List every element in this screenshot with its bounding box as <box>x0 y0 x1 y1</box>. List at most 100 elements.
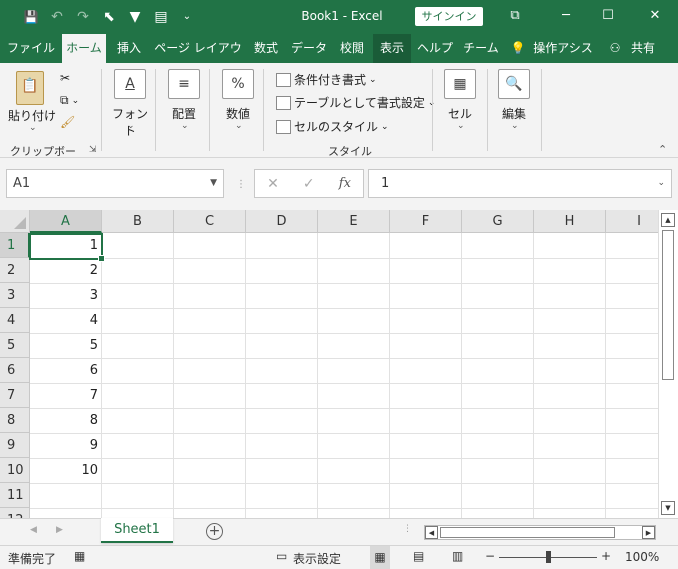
font-icon[interactable]: A <box>114 69 146 99</box>
normal-view-icon[interactable]: ▦ <box>370 546 390 569</box>
chevron-down-icon[interactable]: ▼ <box>210 170 217 197</box>
next-sheet-icon[interactable]: ▶ <box>56 525 63 535</box>
editing-icon[interactable]: 🔍 <box>498 69 530 99</box>
save-icon[interactable]: 💾 <box>18 7 44 27</box>
scroll-left-icon[interactable]: ◀ <box>425 526 438 539</box>
cells-button[interactable]: セル <box>438 105 482 122</box>
row-header[interactable]: 12 <box>0 508 30 518</box>
tab-insert[interactable]: 挿入 <box>110 34 148 63</box>
chevron-down-icon[interactable]: ⌄ <box>181 121 189 131</box>
select-all-button[interactable] <box>0 210 30 233</box>
paste-button[interactable]: 貼り付け <box>8 107 56 124</box>
row-header[interactable]: 6 <box>0 358 30 383</box>
cell-a3[interactable]: 3 <box>31 284 101 308</box>
close-button[interactable]: ✕ <box>640 5 670 27</box>
cell-a4[interactable]: 4 <box>31 309 101 333</box>
cell-a5[interactable]: 5 <box>31 334 101 358</box>
share-person-icon[interactable]: ⚇ <box>606 34 624 63</box>
cell-a8[interactable]: 8 <box>31 409 101 433</box>
enter-icon[interactable]: ✓ <box>303 176 315 192</box>
chevron-down-icon[interactable]: ⌄ <box>511 121 519 131</box>
cell-a6[interactable]: 6 <box>31 359 101 383</box>
undo-icon[interactable]: ↶ <box>44 7 70 27</box>
customize-qat-icon[interactable]: ⌄ <box>174 7 200 27</box>
column-header-f[interactable]: F <box>390 210 462 233</box>
column-header-a[interactable]: A <box>30 210 102 233</box>
vertical-scrollbar[interactable]: ▲ ▼ <box>658 210 678 518</box>
tab-split-grip-icon[interactable]: ⋮ <box>403 524 412 534</box>
cell-a2[interactable]: 2 <box>31 259 101 283</box>
filter-icon[interactable]: ▼ <box>122 7 148 27</box>
insert-function-icon[interactable]: fx <box>339 176 351 191</box>
tab-view[interactable]: 表示 <box>373 34 411 63</box>
zoom-in-button[interactable]: + <box>601 549 611 563</box>
scroll-down-icon[interactable]: ▼ <box>661 501 675 515</box>
column-header-d[interactable]: D <box>246 210 318 233</box>
row-header[interactable]: 11 <box>0 483 30 508</box>
lightbulb-icon[interactable]: 💡 <box>508 34 528 63</box>
zoom-out-button[interactable]: − <box>485 549 495 563</box>
column-header-b[interactable]: B <box>102 210 174 233</box>
minimize-button[interactable]: ─ <box>551 5 581 27</box>
display-settings-icon[interactable]: ▭ <box>276 549 287 563</box>
horizontal-scroll-thumb[interactable] <box>440 527 615 538</box>
redo-icon[interactable]: ↷ <box>70 7 96 27</box>
ribbon-display-icon[interactable]: ⧉ <box>500 5 530 27</box>
number-icon[interactable]: % <box>222 69 254 99</box>
row-header[interactable]: 3 <box>0 283 30 308</box>
pointer-icon[interactable]: ⬉ <box>96 7 122 27</box>
number-button[interactable]: 数値 <box>216 105 260 122</box>
cut-icon[interactable]: ✂ <box>60 71 70 85</box>
sheet-tab-sheet1[interactable]: Sheet1 <box>101 518 173 543</box>
formula-bar-grip-icon[interactable]: ⋮ <box>236 179 246 190</box>
alignment-icon[interactable]: ≡ <box>168 69 200 99</box>
editing-button[interactable]: 編集 <box>492 105 536 122</box>
row-header[interactable]: 4 <box>0 308 30 333</box>
tab-help[interactable]: ヘルプ <box>414 34 456 63</box>
tab-data[interactable]: データ <box>287 34 331 63</box>
row-header[interactable]: 7 <box>0 383 30 408</box>
column-header-i[interactable]: I <box>606 210 658 233</box>
tab-file[interactable]: ファイル <box>5 34 57 63</box>
row-header[interactable]: 8 <box>0 408 30 433</box>
row-header[interactable]: 5 <box>0 333 30 358</box>
row-header[interactable]: 10 <box>0 458 30 483</box>
cell-a9[interactable]: 9 <box>31 434 101 458</box>
cancel-icon[interactable]: ✕ <box>267 176 279 192</box>
name-box[interactable]: A1 ▼ <box>6 169 224 198</box>
copy-icon[interactable]: ⧉ ⌄ <box>60 93 79 108</box>
chevron-down-icon[interactable]: ⌄ <box>127 121 135 131</box>
paste-icon[interactable]: 📋 <box>16 71 44 105</box>
tab-team[interactable]: チーム <box>460 34 502 63</box>
scroll-right-icon[interactable]: ▶ <box>642 526 655 539</box>
horizontal-scrollbar[interactable]: ◀ ▶ <box>424 525 656 540</box>
dialog-launcher-icon[interactable]: ⇲ <box>89 145 97 155</box>
conditional-format-button[interactable]: 条件付き書式 ⌄ <box>276 71 377 88</box>
expand-formula-icon[interactable]: ⌄ <box>657 170 665 197</box>
tab-review[interactable]: 校閲 <box>334 34 370 63</box>
chevron-down-icon[interactable]: ⌄ <box>457 121 465 131</box>
page-break-view-icon[interactable]: ▥ <box>452 549 463 563</box>
format-painter-icon[interactable]: 🖌 <box>60 115 75 129</box>
signin-button[interactable]: サインイン <box>415 7 483 26</box>
column-header-c[interactable]: C <box>174 210 246 233</box>
zoom-slider-thumb[interactable] <box>546 551 551 563</box>
tab-formulas[interactable]: 数式 <box>248 34 284 63</box>
row-header[interactable]: 2 <box>0 258 30 283</box>
worksheet-grid[interactable]: A B C D E F G H I 1 2 3 4 5 6 7 8 9 10 1… <box>0 210 658 518</box>
display-settings-button[interactable]: 表示設定 <box>293 550 341 567</box>
cells-icon[interactable]: ▦ <box>444 69 476 99</box>
alignment-button[interactable]: 配置 <box>162 105 206 122</box>
tab-home[interactable]: ホーム <box>62 34 106 63</box>
tell-me-search[interactable]: 操作アシス <box>530 34 596 63</box>
row-header[interactable]: 1 <box>0 233 30 258</box>
chevron-down-icon[interactable]: ⌄ <box>235 121 243 131</box>
column-header-g[interactable]: G <box>462 210 534 233</box>
prev-sheet-icon[interactable]: ◀ <box>30 525 37 535</box>
maximize-button[interactable]: ☐ <box>593 5 623 27</box>
share-button[interactable]: 共有 <box>624 34 662 63</box>
page-layout-view-icon[interactable]: ▤ <box>413 549 424 563</box>
collapse-ribbon-icon[interactable]: ⌃ <box>658 143 667 156</box>
scroll-up-icon[interactable]: ▲ <box>661 213 675 227</box>
column-header-e[interactable]: E <box>318 210 390 233</box>
